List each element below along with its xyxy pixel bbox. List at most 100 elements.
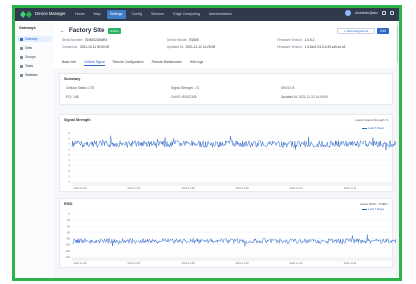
add-assignment-label: Add Assignment bbox=[346, 29, 369, 33]
y-tick-label: -40 bbox=[66, 224, 70, 228]
y-tick-label: 6 bbox=[69, 147, 71, 151]
page-scrollbar[interactable] bbox=[396, 21, 399, 278]
rssi-card: RSSI Latest RSSI: -75dBm Last 7 Days 0 -2… bbox=[59, 198, 397, 268]
rssi-title: RSSI bbox=[64, 202, 73, 206]
y-tick-label: 9 bbox=[69, 131, 71, 135]
firmware-value: 1.0.5.2 bbox=[304, 38, 315, 42]
nav-config[interactable]: Config bbox=[129, 10, 145, 19]
range-slider[interactable] bbox=[71, 257, 397, 261]
x-tick-label: 2021-11-08 bbox=[182, 261, 196, 265]
sidebar-item-statistics[interactable]: Statistics bbox=[17, 72, 52, 78]
rssi-meta: Latest RSSI: -75dBm bbox=[359, 202, 388, 206]
device-header: ← Factory Site Online + Add Assignment E… bbox=[54, 21, 399, 68]
group-icon bbox=[20, 55, 23, 59]
tab-web-logs[interactable]: Web logs bbox=[190, 58, 203, 66]
updated-label: Updated At: bbox=[167, 45, 184, 49]
x-tick-label: 2021-11-07 bbox=[128, 261, 142, 265]
summary-field: PCI: 148 bbox=[66, 95, 79, 99]
tab-cellular-signal[interactable]: Cellular Signal bbox=[84, 58, 105, 66]
series-line bbox=[71, 135, 397, 151]
y-tick-label: -20 bbox=[66, 218, 70, 222]
signal-strength-meta: Latest Signal Strength: 9 bbox=[355, 118, 388, 122]
x-tick-label: 2021-11-11 bbox=[344, 261, 357, 265]
settings-icon[interactable] bbox=[382, 11, 386, 15]
range-slider[interactable] bbox=[71, 182, 397, 186]
rssi-chart: 0 -20 -40 -60 -80 -100 -120 -1402021-11-06 2021-… bbox=[65, 212, 397, 265]
tab-bar: Basic Info Cellular Signal Remote Config… bbox=[62, 58, 203, 66]
y-tick-label: 0 bbox=[69, 212, 71, 216]
y-tick-label: 3 bbox=[69, 164, 71, 168]
scrollbar-thumb[interactable] bbox=[396, 25, 399, 63]
x-tick-label: 2021-11-06 bbox=[74, 186, 88, 190]
summary-title: Summary bbox=[64, 77, 81, 81]
summary-card: Summary Cellular Status: LTE Signal Stre… bbox=[59, 73, 393, 105]
y-tick-label: 2 bbox=[69, 169, 71, 173]
y-tick-label: 5 bbox=[69, 153, 71, 157]
plus-icon: + bbox=[343, 29, 346, 33]
summary-grid: Cellular Status: LTE Signal Strength: -7… bbox=[66, 86, 388, 101]
summary-field: Cell ID: 80012345 bbox=[171, 95, 197, 99]
sidebar-item-label: Gateway bbox=[25, 37, 38, 41]
sidebar-item-label: Tasks bbox=[25, 64, 34, 68]
model-value: R1555 bbox=[189, 38, 199, 42]
sidebar-item-label: Sites bbox=[25, 46, 33, 50]
add-assignment-button[interactable]: + Add Assignment bbox=[337, 28, 375, 34]
nav-administration[interactable]: Administration bbox=[206, 10, 235, 19]
x-tick-label: 2021-11-08 bbox=[182, 186, 196, 190]
user-name[interactable]: dmadmin@abc bbox=[355, 11, 378, 15]
y-tick-label: 0 bbox=[69, 180, 71, 184]
firmware-version-value: 1.3.6a.5.V3.0-6.33.cs9.zu-s3 bbox=[304, 45, 346, 49]
y-tick-label: 8 bbox=[69, 136, 71, 140]
updated-value: 2021-11-12 14:25:08 bbox=[185, 45, 216, 49]
serial-label: Serial Number: bbox=[62, 38, 84, 42]
nav-edge-computing[interactable]: Edge Computing bbox=[170, 10, 203, 19]
site-icon bbox=[20, 46, 23, 50]
x-tick-label: 2021-11-11 bbox=[344, 186, 357, 190]
y-tick-label: 1 bbox=[69, 175, 71, 179]
summary-field: Updated At: 2021-11-12 14:00:00 bbox=[281, 95, 328, 99]
summary-field: Signal Strength: -71 bbox=[171, 86, 200, 90]
tab-basic-info[interactable]: Basic Info bbox=[62, 58, 76, 66]
device-info: Serial Number: SN920234WK5 Created At: 202… bbox=[62, 38, 391, 52]
tab-remote-configuration[interactable]: Remote Configuration bbox=[113, 58, 144, 66]
sidebar-item-sites[interactable]: Sites bbox=[17, 45, 52, 51]
sidebar-item-tasks[interactable]: Tasks bbox=[17, 63, 52, 69]
nav-sensors[interactable]: Sensors bbox=[148, 10, 167, 19]
created-label: Created At: bbox=[62, 45, 78, 49]
serial-value: SN920234WK5 bbox=[85, 38, 108, 42]
user-area: dmadmin@abc bbox=[345, 10, 394, 16]
sidebar-item-gateway[interactable]: Gateway bbox=[17, 36, 52, 42]
signal-strength-chart: 98 76 54 32 102021-11-06 2021-11-07 2021-11-08… bbox=[69, 131, 397, 190]
app-window: Device Manager Home Map Settings Config … bbox=[12, 5, 402, 281]
x-tick-label: 2021-11-10 bbox=[290, 261, 304, 265]
page-title: Factory Site bbox=[69, 27, 105, 34]
nav-settings[interactable]: Settings bbox=[106, 10, 126, 19]
nav-home[interactable]: Home bbox=[72, 10, 88, 19]
x-tick-label: 2021-11-07 bbox=[128, 186, 142, 190]
brand-logo-icon bbox=[20, 11, 32, 18]
sidebar-item-groups[interactable]: Groups bbox=[17, 54, 52, 60]
x-tick-label: 2021-11-10 bbox=[290, 186, 304, 190]
back-arrow-icon[interactable]: ← bbox=[60, 28, 65, 34]
x-tick-label: 2021-11-06 bbox=[74, 261, 88, 265]
avatar[interactable] bbox=[345, 10, 352, 16]
brand-name: Device Manager bbox=[35, 11, 66, 16]
gateway-icon bbox=[20, 37, 23, 41]
firmware-label: Firmware Version: bbox=[277, 38, 303, 42]
top-nav: Home Map Settings Config Sensors Edge Co… bbox=[72, 10, 235, 19]
sidebar-item-label: Groups bbox=[25, 55, 36, 59]
help-icon[interactable] bbox=[390, 11, 394, 15]
created-value: 2021-10-11 00:00:00 bbox=[79, 45, 110, 49]
y-tick-label: 7 bbox=[69, 142, 71, 146]
y-tick-label: 4 bbox=[69, 158, 71, 162]
signal-strength-title: Signal Strength bbox=[64, 118, 91, 122]
status-badge: Online bbox=[108, 28, 121, 34]
model-label: Device Model: bbox=[167, 38, 188, 42]
tab-remote-maintenance[interactable]: Remote Maintenance bbox=[152, 58, 182, 66]
sidebar-item-label: Statistics bbox=[25, 73, 38, 77]
y-tick-label: -80 bbox=[66, 237, 70, 241]
edit-button[interactable]: Edit bbox=[377, 28, 389, 34]
sidebar: Gateways Gateway Sites Groups Tasks Stat… bbox=[15, 21, 55, 278]
nav-map[interactable]: Map bbox=[91, 10, 104, 19]
summary-field: SIM ID: 8 bbox=[281, 86, 295, 90]
